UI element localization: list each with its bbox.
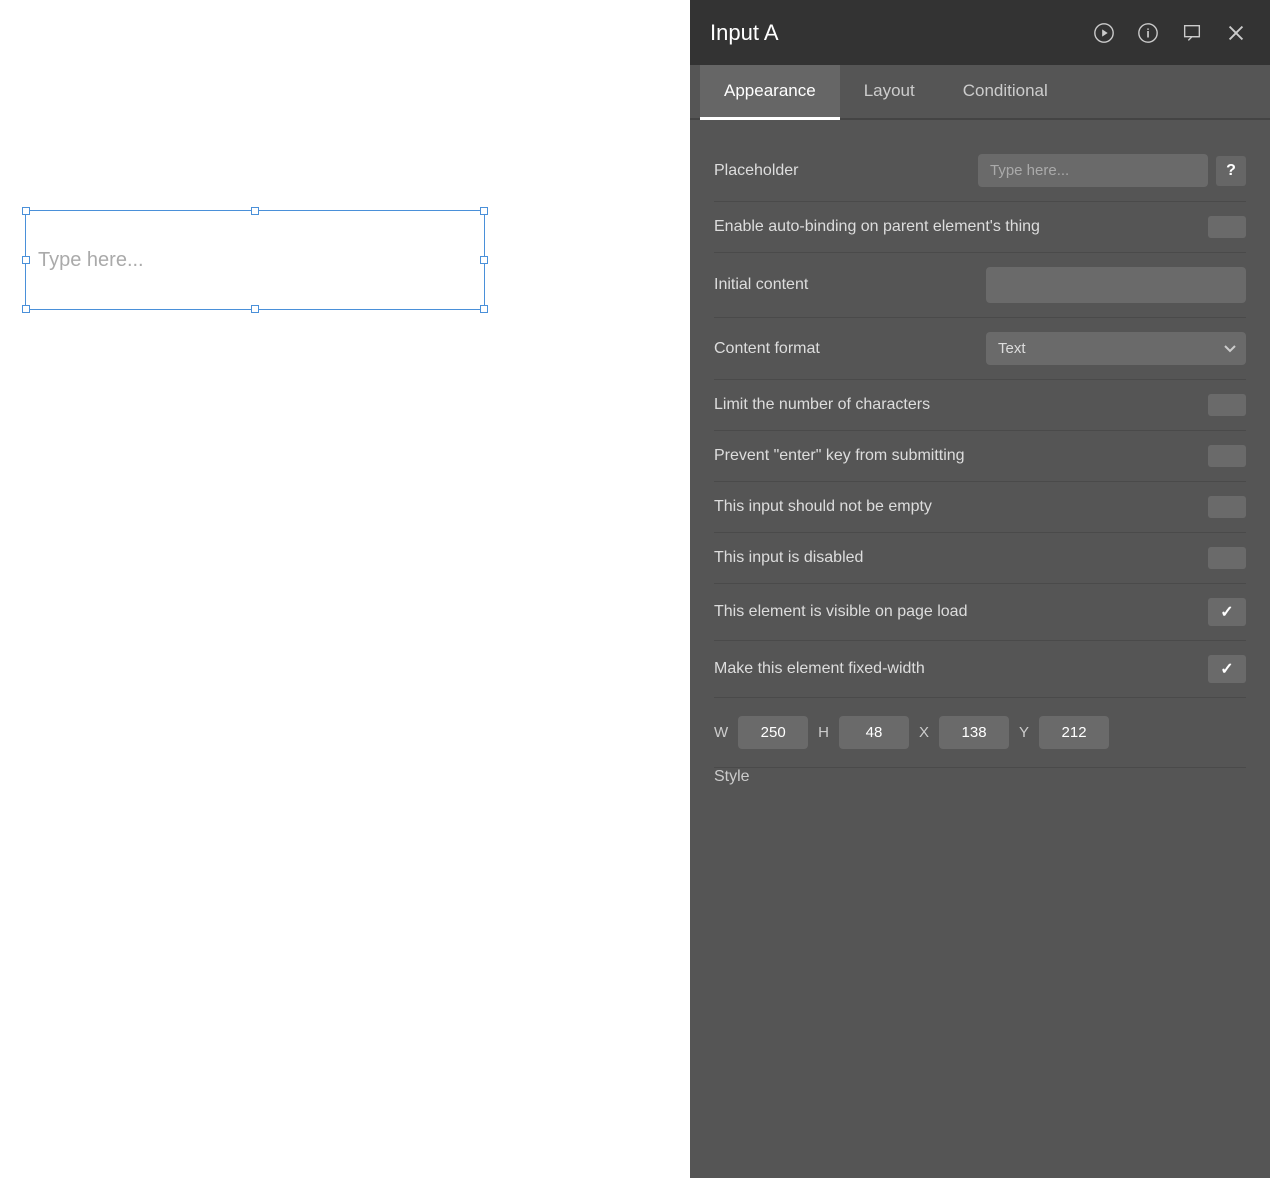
fixed-width-control: ✓ [1208, 655, 1246, 683]
placeholder-label: Placeholder [714, 162, 978, 180]
disabled-toggle[interactable] [1208, 547, 1246, 569]
panel-title: Input A [710, 20, 779, 46]
panel-body: Placeholder ? Enable auto-binding on par… [690, 120, 1270, 1178]
prevent-enter-toggle[interactable] [1208, 445, 1246, 467]
fixed-width-row: Make this element fixed-width ✓ [714, 641, 1246, 698]
content-format-select[interactable]: Text Email Integer Decimal Password [986, 332, 1246, 365]
info-icon[interactable]: i [1134, 19, 1162, 47]
initial-content-label: Initial content [714, 276, 986, 294]
content-format-control: Text Email Integer Decimal Password [986, 332, 1246, 365]
panel-tabs: Appearance Layout Conditional [690, 65, 1270, 120]
not-empty-toggle[interactable] [1208, 496, 1246, 518]
handle-top-center[interactable] [251, 207, 259, 215]
placeholder-input[interactable] [978, 154, 1208, 187]
fixed-width-label: Make this element fixed-width [714, 660, 1208, 678]
style-section: Style [714, 768, 1246, 786]
fixed-width-checkmark: ✓ [1220, 659, 1233, 679]
prevent-enter-control [1208, 445, 1246, 467]
h-label: H [818, 724, 829, 741]
auto-binding-row: Enable auto-binding on parent element's … [714, 202, 1246, 253]
close-icon[interactable] [1222, 19, 1250, 47]
fixed-width-toggle[interactable]: ✓ [1208, 655, 1246, 683]
placeholder-row: Placeholder ? [714, 140, 1246, 202]
initial-content-control [986, 267, 1246, 303]
tab-conditional[interactable]: Conditional [939, 65, 1072, 120]
canvas-placeholder-text: Type here... [38, 249, 144, 272]
handle-middle-right[interactable] [480, 256, 488, 264]
w-input[interactable] [738, 716, 808, 749]
comment-icon[interactable] [1178, 19, 1206, 47]
x-input[interactable] [939, 716, 1009, 749]
auto-binding-label: Enable auto-binding on parent element's … [714, 218, 1208, 236]
w-label: W [714, 724, 728, 741]
h-input[interactable] [839, 716, 909, 749]
panel-header: Input A i [690, 0, 1270, 65]
limit-chars-control [1208, 394, 1246, 416]
visible-control: ✓ [1208, 598, 1246, 626]
tab-layout[interactable]: Layout [840, 65, 939, 120]
handle-middle-left[interactable] [22, 256, 30, 264]
disabled-row: This input is disabled [714, 533, 1246, 584]
panel-header-icons: i [1090, 19, 1250, 47]
properties-panel: Input A i Appearance Layout Conditional … [690, 0, 1270, 1178]
limit-chars-label: Limit the number of characters [714, 396, 1208, 414]
not-empty-label: This input should not be empty [714, 498, 1208, 516]
disabled-control [1208, 547, 1246, 569]
not-empty-row: This input should not be empty [714, 482, 1246, 533]
initial-content-input[interactable] [986, 267, 1246, 303]
content-format-label: Content format [714, 340, 986, 358]
dimensions-row: W H X Y [714, 698, 1246, 768]
canvas-input-element[interactable]: Type here... [25, 210, 485, 310]
handle-bottom-center[interactable] [251, 305, 259, 313]
handle-top-right[interactable] [480, 207, 488, 215]
handle-top-left[interactable] [22, 207, 30, 215]
canvas-area: Type here... [0, 0, 690, 1178]
y-label: Y [1019, 724, 1029, 741]
visible-row: This element is visible on page load ✓ [714, 584, 1246, 641]
tab-appearance[interactable]: Appearance [700, 65, 840, 120]
auto-binding-control [1208, 216, 1246, 238]
handle-bottom-right[interactable] [480, 305, 488, 313]
disabled-label: This input is disabled [714, 549, 1208, 567]
x-label: X [919, 724, 929, 741]
visible-toggle[interactable]: ✓ [1208, 598, 1246, 626]
auto-binding-toggle[interactable] [1208, 216, 1246, 238]
y-input[interactable] [1039, 716, 1109, 749]
play-icon[interactable] [1090, 19, 1118, 47]
limit-chars-row: Limit the number of characters [714, 380, 1246, 431]
prevent-enter-label: Prevent "enter" key from submitting [714, 447, 1208, 465]
placeholder-control: ? [978, 154, 1246, 187]
limit-chars-toggle[interactable] [1208, 394, 1246, 416]
visible-checkmark: ✓ [1220, 602, 1233, 622]
content-format-row: Content format Text Email Integer Decima… [714, 318, 1246, 380]
placeholder-help-button[interactable]: ? [1216, 156, 1246, 186]
prevent-enter-row: Prevent "enter" key from submitting [714, 431, 1246, 482]
handle-bottom-left[interactable] [22, 305, 30, 313]
initial-content-row: Initial content [714, 253, 1246, 318]
not-empty-control [1208, 496, 1246, 518]
visible-label: This element is visible on page load [714, 603, 1208, 621]
svg-text:i: i [1146, 26, 1149, 40]
style-label: Style [714, 752, 750, 785]
